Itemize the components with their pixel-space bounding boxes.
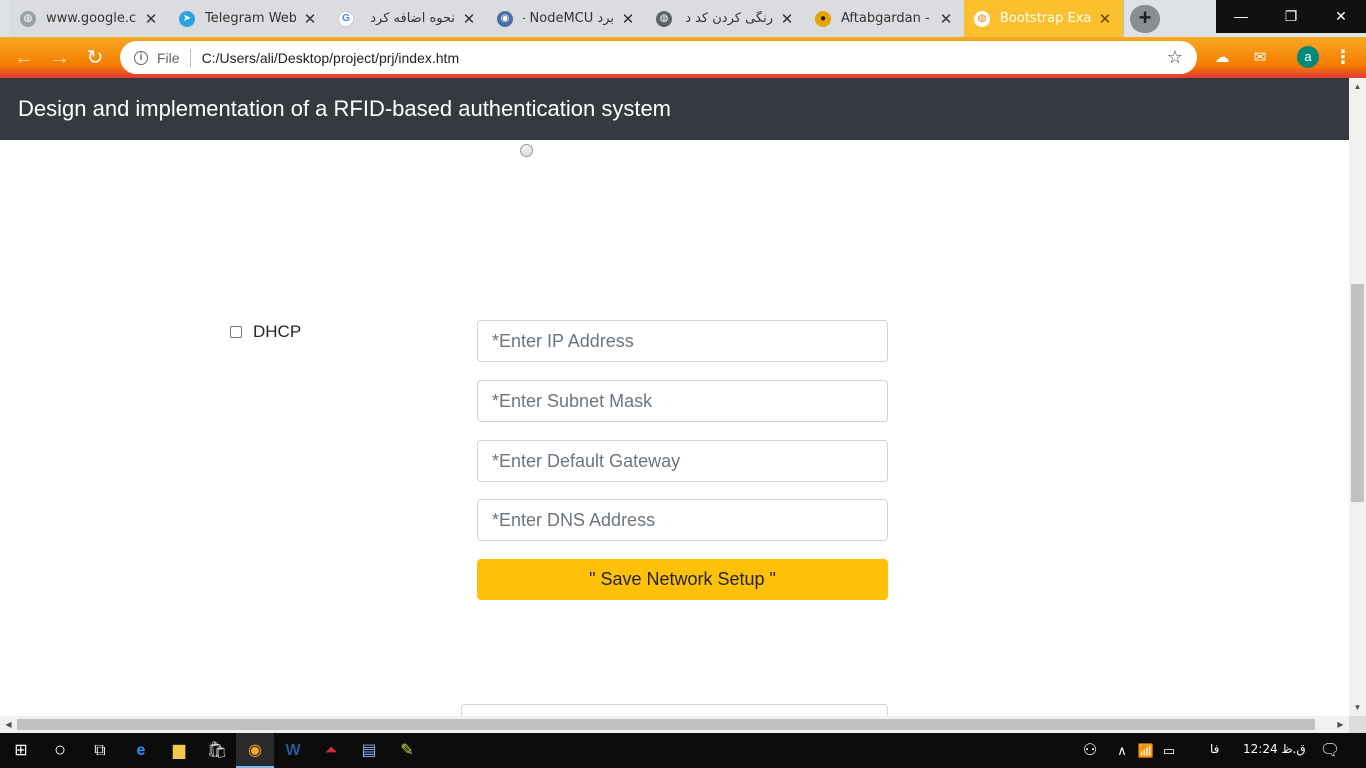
word-icon[interactable]: W bbox=[274, 733, 312, 768]
clock[interactable]: 12:24 ق.ظ bbox=[1243, 742, 1306, 756]
windows-start-icon[interactable]: ⊞ bbox=[2, 733, 40, 768]
save-network-setup-button[interactable]: " Save Network Setup " bbox=[477, 559, 888, 600]
cortana-icon[interactable]: ○ bbox=[41, 733, 79, 768]
tab-code-coloring[interactable]: ◍ رنگی کردن کد د ✕ bbox=[646, 0, 806, 37]
tab-title: Bootstrap Exan bbox=[1000, 11, 1091, 26]
subnet-mask-input[interactable]: *Enter Subnet Mask bbox=[477, 380, 888, 422]
nodemcu-icon: ◉ bbox=[497, 10, 513, 27]
globe-icon: ◍ bbox=[974, 10, 990, 27]
bookmark-star-icon[interactable]: ☆ bbox=[1167, 47, 1183, 68]
dhcp-checkbox[interactable] bbox=[230, 326, 242, 338]
close-icon[interactable]: ✕ bbox=[143, 10, 159, 28]
tab-bootstrap-example[interactable]: ◍ Bootstrap Exan ✕ bbox=[964, 0, 1124, 37]
tab-google-search[interactable]: G نحوه اضافه کرد ✕ bbox=[328, 0, 488, 37]
cloud-extension-icon[interactable]: ☁ bbox=[1211, 48, 1233, 68]
restore-button[interactable]: ❐ bbox=[1266, 0, 1316, 33]
close-icon[interactable]: ✕ bbox=[779, 10, 795, 28]
divider bbox=[189, 48, 191, 67]
scroll-left-icon[interactable]: ◀ bbox=[0, 716, 17, 733]
tab-title: برد NodeMCU - bbox=[523, 11, 614, 26]
chrome-icon[interactable]: ◉ bbox=[236, 733, 274, 768]
browser-toolbar: ← → ↻ i File C:/Users/ali/Desktop/projec… bbox=[0, 37, 1366, 78]
vertical-scrollbar[interactable]: ▲ ▼ bbox=[1349, 78, 1366, 716]
globe-icon: ◍ bbox=[656, 10, 672, 27]
language-indicator[interactable]: فا bbox=[1210, 742, 1219, 756]
page-title: Design and implementation of a RFID-base… bbox=[18, 96, 672, 121]
tab-title: رنگی کردن کد د bbox=[685, 11, 773, 26]
horizontal-scrollbar[interactable]: ◀ ▶ bbox=[0, 716, 1349, 733]
minimize-button[interactable]: — bbox=[1216, 0, 1266, 33]
scroll-up-icon[interactable]: ▲ bbox=[1349, 78, 1366, 95]
battery-icon[interactable]: ▭ bbox=[1150, 733, 1188, 768]
vertical-scroll-thumb[interactable] bbox=[1351, 284, 1364, 502]
notepad-icon[interactable]: ▤ bbox=[350, 733, 388, 768]
mail-extension-icon[interactable]: ✉ bbox=[1249, 48, 1271, 68]
scroll-corner bbox=[1349, 716, 1366, 733]
page-viewport: Design and implementation of a RFID-base… bbox=[0, 78, 1349, 716]
next-field-partial[interactable] bbox=[461, 704, 888, 716]
scroll-right-icon[interactable]: ▶ bbox=[1332, 716, 1349, 733]
acrobat-icon[interactable]: ⏶ bbox=[312, 733, 350, 768]
new-tab-button[interactable]: + bbox=[1130, 5, 1160, 33]
notification-icon[interactable]: 🗨 bbox=[1311, 733, 1349, 768]
menu-dots-icon[interactable]: ⋮ bbox=[1333, 45, 1353, 69]
tab-title: نحوه اضافه کرد bbox=[370, 11, 455, 26]
tab-aftabgardan[interactable]: ● Aftabgardan - ✕ bbox=[805, 0, 965, 37]
tab-title: Aftabgardan - bbox=[841, 11, 930, 26]
page-header: Design and implementation of a RFID-base… bbox=[0, 78, 1349, 140]
close-icon[interactable]: ✕ bbox=[1097, 10, 1113, 28]
forward-arrow-icon[interactable]: → bbox=[47, 45, 73, 71]
tab-strip: ◍ www.google.co ✕ ➤ Telegram Web ✕ G نحو… bbox=[0, 0, 1366, 37]
tab-telegram[interactable]: ➤ Telegram Web ✕ bbox=[169, 0, 329, 37]
close-icon[interactable]: ✕ bbox=[620, 10, 636, 28]
close-icon[interactable]: ✕ bbox=[302, 10, 318, 28]
tab-title: www.google.co bbox=[46, 11, 137, 26]
default-gateway-input[interactable]: *Enter Default Gateway bbox=[477, 440, 888, 482]
google-icon: G bbox=[338, 10, 354, 27]
close-window-button[interactable]: ✕ bbox=[1316, 0, 1366, 33]
dhcp-label: DHCP bbox=[253, 322, 302, 341]
url-text[interactable]: C:/Users/ali/Desktop/project/prj/index.h… bbox=[202, 50, 1167, 66]
tab-title: Telegram Web bbox=[205, 11, 296, 26]
scheme-label: File bbox=[157, 49, 180, 66]
radio-button[interactable] bbox=[520, 144, 533, 157]
task-view-icon[interactable]: ⧉ bbox=[81, 733, 119, 768]
dns-address-input[interactable]: *Enter DNS Address bbox=[477, 499, 888, 541]
store-icon[interactable]: 🛍 bbox=[198, 733, 236, 768]
close-icon[interactable]: ✕ bbox=[938, 10, 954, 28]
file-explorer-icon[interactable]: ▆ bbox=[160, 733, 198, 768]
scroll-down-icon[interactable]: ▼ bbox=[1349, 699, 1366, 716]
dhcp-option[interactable]: DHCP bbox=[230, 322, 301, 342]
back-arrow-icon[interactable]: ← bbox=[11, 45, 37, 71]
avatar[interactable]: a bbox=[1297, 46, 1319, 68]
aftabgardan-icon: ● bbox=[815, 10, 831, 27]
ip-address-input[interactable]: *Enter IP Address bbox=[477, 320, 888, 362]
tab-google[interactable]: ◍ www.google.co ✕ bbox=[10, 0, 170, 37]
reload-icon[interactable]: ↻ bbox=[82, 45, 108, 71]
globe-icon: ◍ bbox=[20, 10, 36, 27]
close-icon[interactable]: ✕ bbox=[461, 10, 477, 28]
horizontal-scroll-thumb[interactable] bbox=[17, 719, 1315, 730]
info-icon[interactable]: i bbox=[134, 50, 148, 65]
tab-nodemcu[interactable]: ◉ برد NodeMCU - ✕ bbox=[487, 0, 647, 37]
taskbar: ⊞ ○ ⧉ e ▆ 🛍 ◉ W ⏶ ▤ ✎ ⚇ ∧ 📶 ▭ فا 12:24 ق… bbox=[0, 733, 1366, 768]
telegram-icon: ➤ bbox=[179, 10, 195, 27]
edge-icon[interactable]: e bbox=[122, 733, 160, 768]
notes-icon[interactable]: ✎ bbox=[388, 733, 426, 768]
address-bar[interactable]: i File C:/Users/ali/Desktop/project/prj/… bbox=[120, 41, 1197, 74]
